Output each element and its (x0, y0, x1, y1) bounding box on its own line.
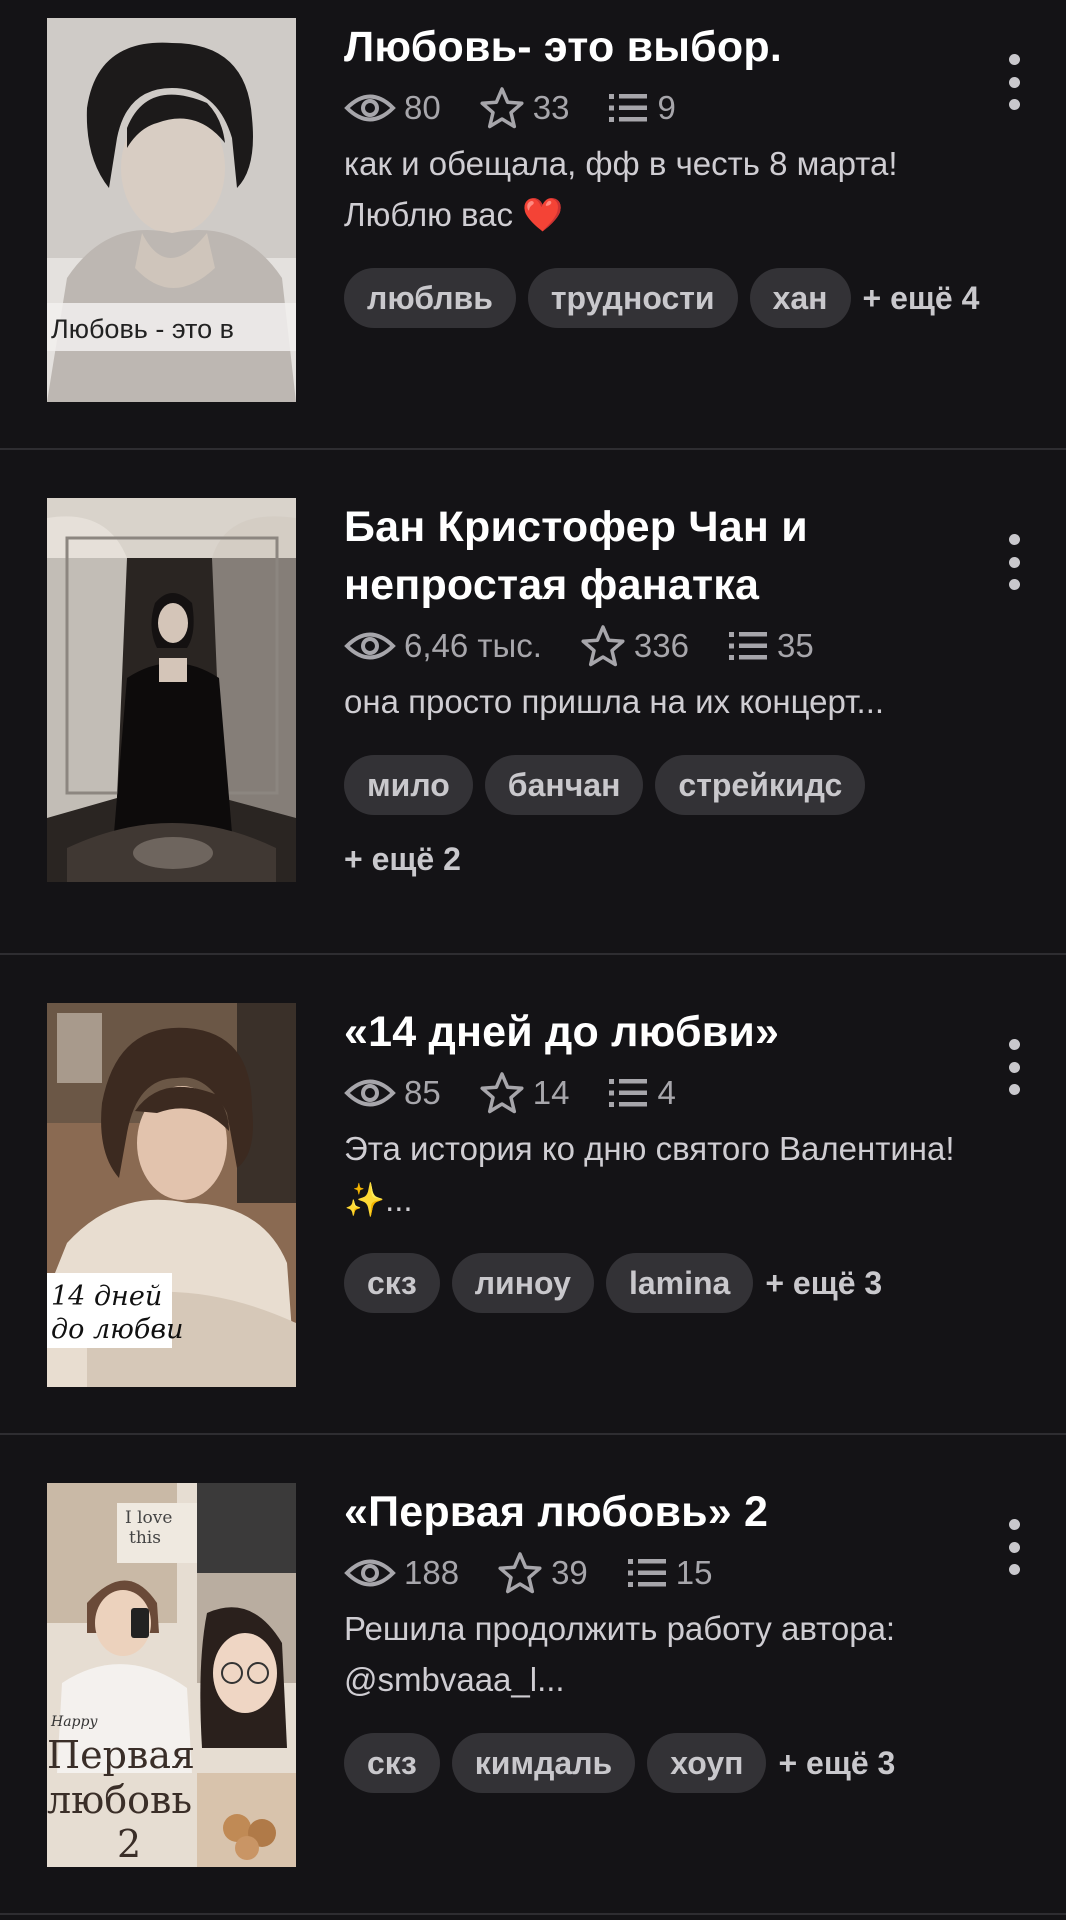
story-title[interactable]: «14 дней до любви» (344, 1003, 994, 1061)
story-divider (0, 953, 1066, 955)
stars-count: 14 (532, 1074, 570, 1111)
star-icon (480, 1072, 524, 1114)
views-count: 188 (404, 1554, 460, 1591)
views-stat: 188 (344, 1554, 459, 1592)
more-tags-link[interactable]: + ещё 3 (765, 1253, 882, 1313)
stars-stat: 39 (497, 1551, 588, 1595)
more-vertical-icon[interactable] (996, 1519, 1032, 1575)
story-feed: Любовь - это в Любовь- это выбор. 80 33 (0, 0, 1066, 1920)
tag-chip[interactable]: стрейкидс (655, 755, 866, 815)
story-cover[interactable] (47, 498, 296, 882)
tag-chip[interactable]: мило (344, 755, 473, 815)
chapters-list-icon (609, 94, 648, 122)
story-divider (0, 1913, 1066, 1915)
story-cover[interactable]: I love this Happy Первая любовь 2 (47, 1483, 296, 1867)
more-tags-link[interactable]: + ещё 2 (344, 829, 994, 889)
chapters-stat: 35 (727, 627, 814, 665)
tag-chip[interactable]: люблвь (344, 268, 516, 328)
story-divider (0, 1433, 1066, 1435)
tag-chip[interactable]: линоу (451, 1253, 594, 1313)
eye-icon (344, 632, 396, 660)
tag-list: люблвь трудности хан + ещё 4 (344, 268, 994, 328)
story-divider (0, 448, 1066, 450)
story-description: Эта история ко дню святого Валентина! ✨.… (344, 1130, 955, 1218)
tag-list: скз линоу lamina + ещё 3 (344, 1253, 994, 1313)
views-stat: 80 (344, 89, 441, 127)
svg-text:до любви: до любви (51, 1314, 184, 1345)
story-description: она просто пришла на их концерт... (344, 683, 885, 720)
cover-image: I love this Happy Первая любовь 2 (47, 1483, 296, 1867)
star-icon (581, 625, 625, 667)
story-description: Решила продолжить работу автора: @smbvaa… (344, 1610, 896, 1698)
story-stats: 80 33 9 (344, 82, 994, 134)
stars-count: 336 (633, 627, 689, 664)
story-title[interactable]: Бан Кристофер Чан и непростая фанатка (344, 498, 994, 614)
story-info: «Первая любовь» 2 188 39 15 Решила продо… (344, 1483, 994, 1793)
tag-chip[interactable]: кимдаль (451, 1733, 636, 1793)
cover-image: Любовь - это в (47, 18, 296, 402)
cover-image (47, 498, 296, 882)
more-tags-link[interactable]: + ещё 4 (863, 268, 980, 328)
more-vertical-icon[interactable] (996, 1039, 1032, 1095)
chapters-list-icon (627, 1559, 666, 1587)
views-stat: 6,46 тыс. (344, 627, 542, 665)
chapters-count: 9 (657, 89, 676, 126)
tag-chip[interactable]: трудности (527, 268, 738, 328)
chapters-count: 35 (776, 627, 814, 664)
more-vertical-icon[interactable] (996, 534, 1032, 590)
star-icon (498, 1552, 542, 1594)
story-title[interactable]: «Первая любовь» 2 (344, 1483, 994, 1541)
story-stats: 188 39 15 (344, 1547, 994, 1599)
views-count: 80 (404, 89, 441, 126)
story-cover[interactable]: Любовь - это в (47, 18, 296, 402)
views-count: 85 (404, 1074, 441, 1111)
story-info: Бан Кристофер Чан и непростая фанатка 6,… (344, 498, 994, 889)
stars-count: 33 (532, 89, 570, 126)
story-cover[interactable]: 14 дней до любви (47, 1003, 296, 1387)
chapters-stat: 4 (607, 1074, 676, 1112)
chapters-count: 4 (657, 1074, 676, 1111)
more-vertical-icon[interactable] (996, 54, 1032, 110)
stars-stat: 14 (479, 1071, 570, 1115)
stars-stat: 33 (479, 86, 570, 130)
tag-chip[interactable]: хан (749, 268, 851, 328)
tag-chip[interactable]: скз (344, 1253, 440, 1313)
tag-chip[interactable]: скз (344, 1733, 440, 1793)
more-tags-link[interactable]: + ещё 3 (778, 1733, 895, 1793)
eye-icon (344, 94, 396, 122)
stars-stat: 336 (580, 624, 689, 668)
tag-chip[interactable]: lamina (605, 1253, 754, 1313)
eye-icon (344, 1559, 396, 1587)
stars-count: 39 (551, 1554, 588, 1591)
star-icon (480, 87, 524, 129)
story-info: «14 дней до любви» 85 14 4 Эта история к… (344, 1003, 994, 1313)
views-stat: 85 (344, 1074, 441, 1112)
story-stats: 6,46 тыс. 336 35 (344, 620, 994, 672)
chapters-stat: 15 (626, 1554, 713, 1592)
svg-text:Happy: Happy (50, 1714, 98, 1730)
tag-chip[interactable]: банчан (484, 755, 644, 815)
story-info: Любовь- это выбор. 80 33 9 как и обещала… (344, 18, 994, 328)
svg-text:любовь: любовь (47, 1778, 192, 1822)
svg-text:this: this (129, 1528, 161, 1548)
story-stats: 85 14 4 (344, 1067, 994, 1119)
views-count: 6,46 тыс. (404, 627, 542, 664)
chapters-list-icon (728, 632, 767, 660)
svg-text:Любовь - это в: Любовь - это в (51, 314, 234, 344)
svg-text:2: 2 (117, 1822, 141, 1866)
chapters-stat: 9 (607, 89, 676, 127)
svg-text:Первая: Первая (47, 1733, 195, 1777)
eye-icon (344, 1079, 396, 1107)
svg-text:I love: I love (125, 1508, 172, 1528)
tag-chip[interactable]: хоуп (647, 1733, 767, 1793)
tag-list: скз кимдаль хоуп + ещё 3 (344, 1733, 994, 1793)
chapters-count: 15 (675, 1554, 713, 1591)
story-title[interactable]: Любовь- это выбор. (344, 18, 994, 76)
chapters-list-icon (609, 1079, 648, 1107)
story-description: как и обещала, фф в честь 8 марта! Люблю… (344, 145, 898, 233)
tag-list: мило банчан стрейкидс + ещё 2 (344, 755, 994, 889)
cover-image: 14 дней до любви (47, 1003, 296, 1387)
svg-text:14 дней: 14 дней (51, 1281, 162, 1312)
